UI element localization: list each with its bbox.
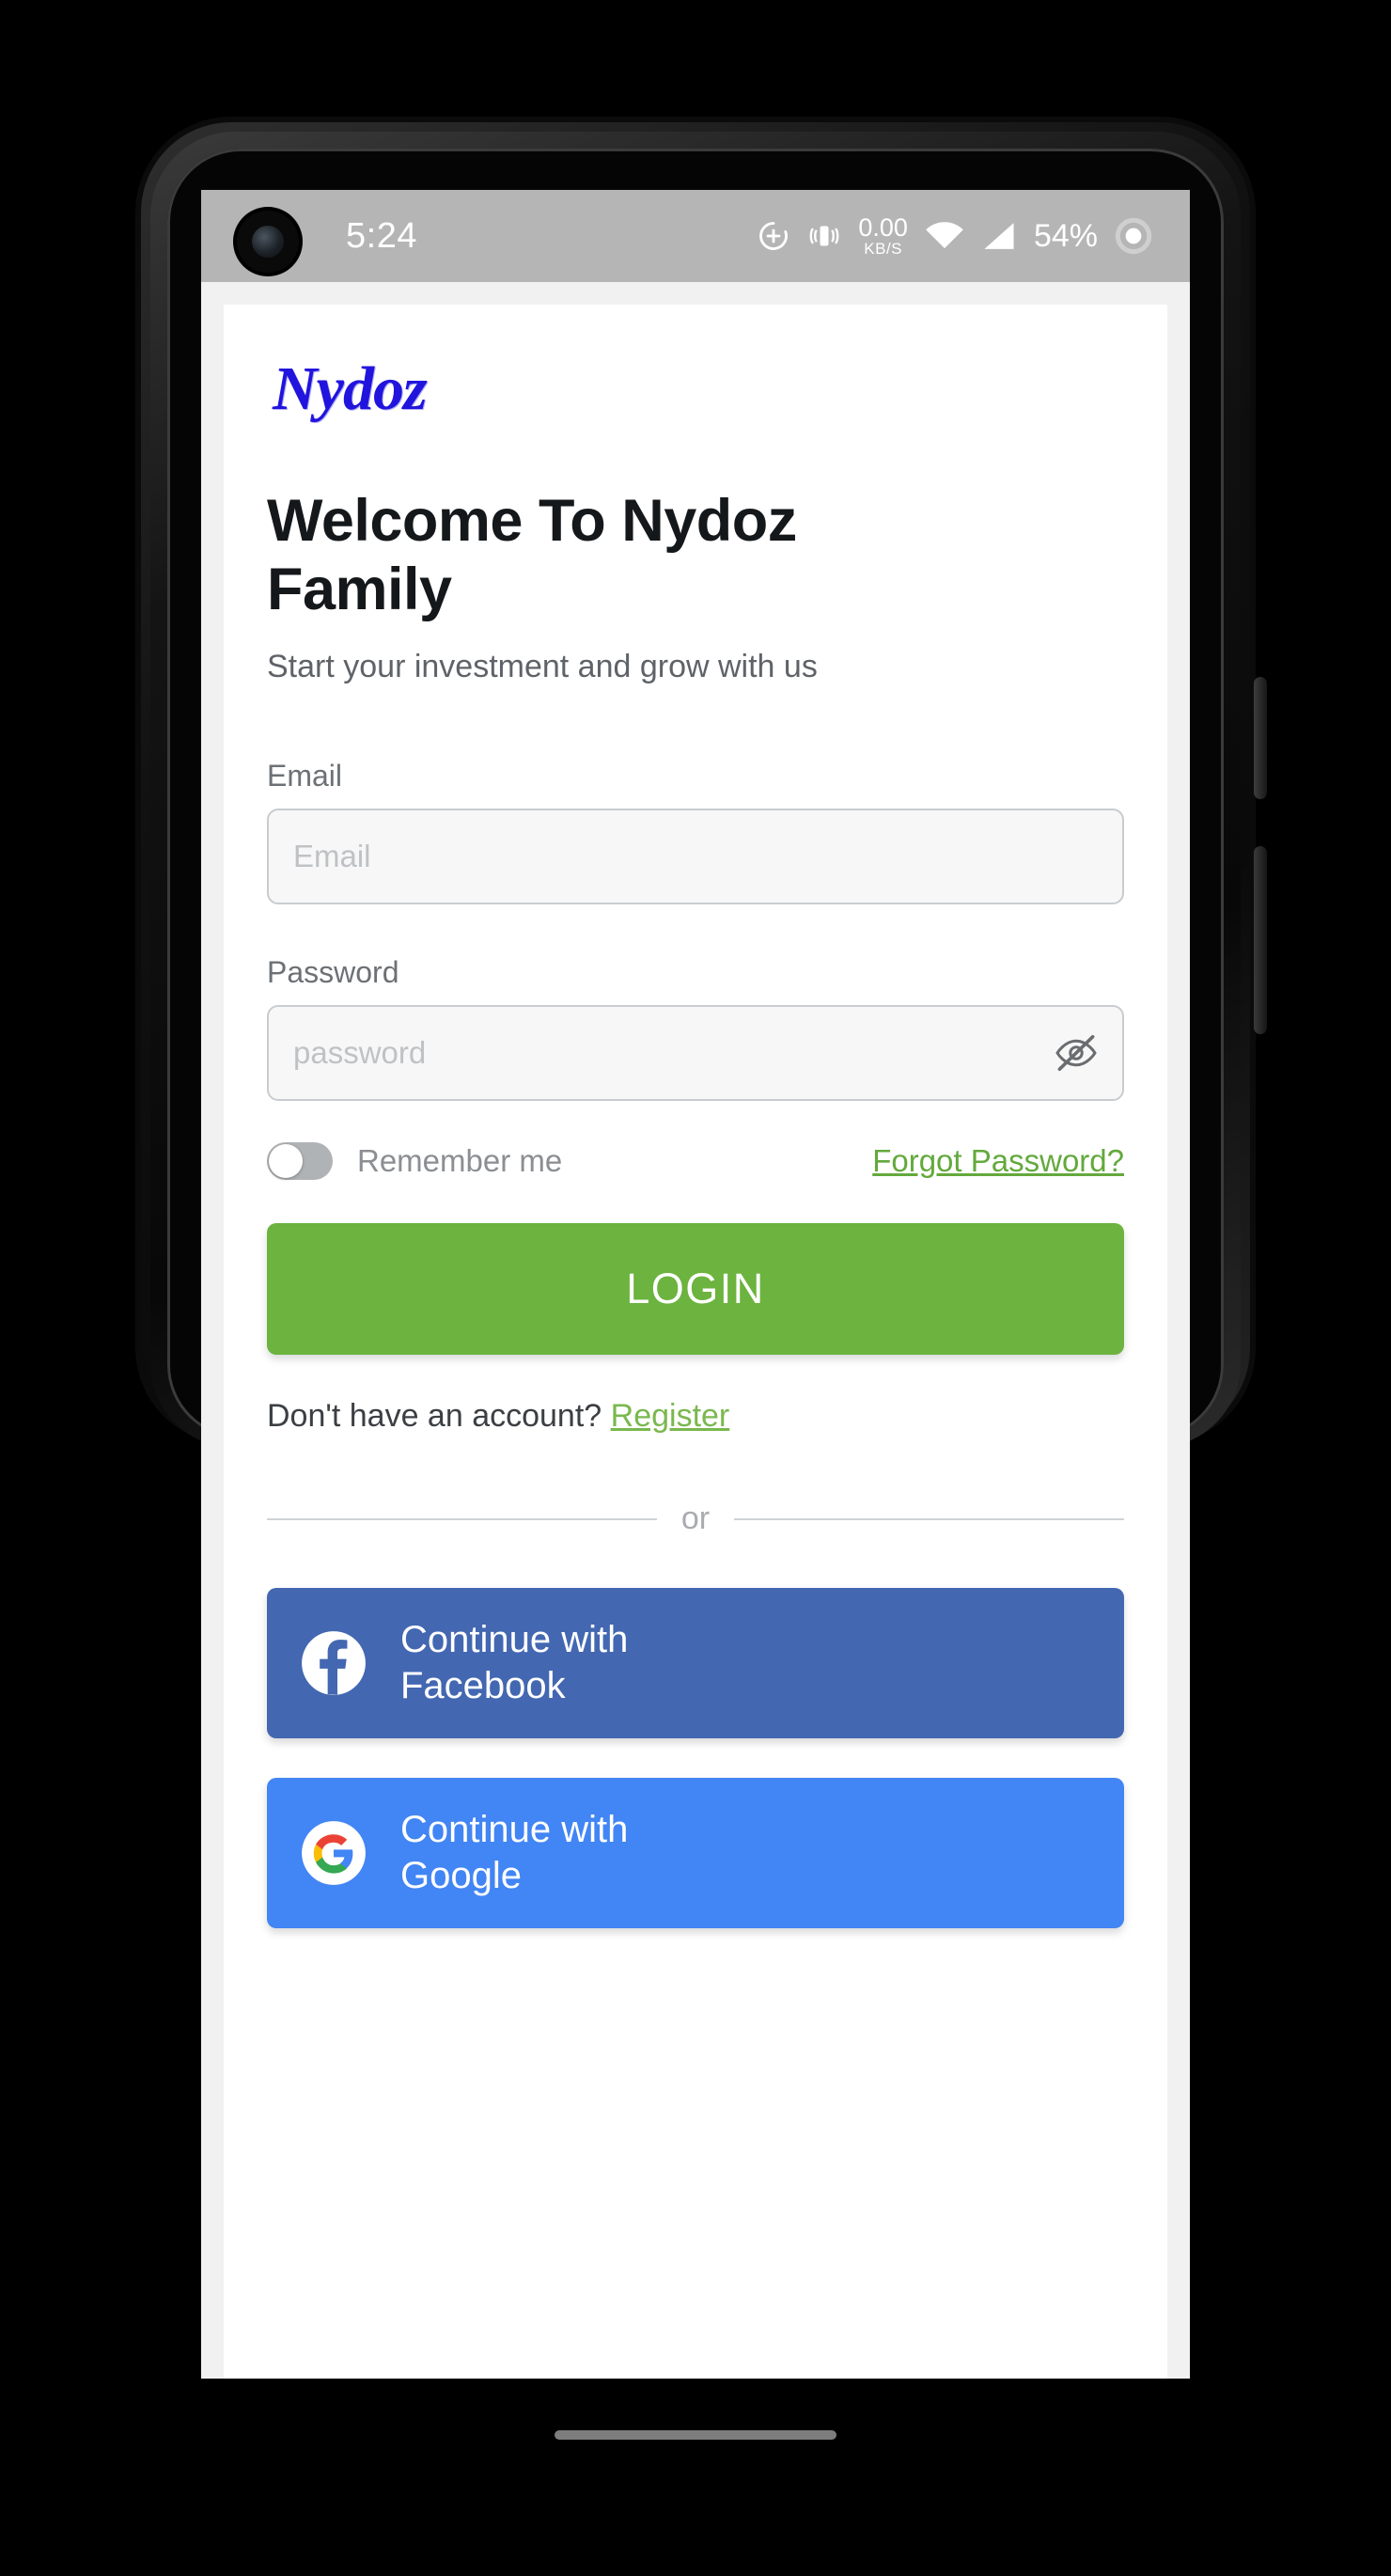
network-speed-indicator: 0.00 KB/S [858, 213, 908, 258]
power-button[interactable] [1254, 677, 1267, 799]
page-body: Nydoz Welcome To Nydoz Family Start your… [201, 282, 1190, 2379]
divider-line-left [267, 1517, 657, 1520]
wifi-icon [926, 222, 963, 249]
forgot-password-link[interactable]: Forgot Password? [872, 1143, 1124, 1179]
password-input-wrapper[interactable] [267, 1005, 1124, 1102]
google-button-label: Continue with Google [400, 1809, 629, 1897]
or-divider: or [267, 1500, 1125, 1537]
divider-label: or [680, 1500, 711, 1537]
login-card: Nydoz Welcome To Nydoz Family Start your… [224, 305, 1167, 2379]
gesture-navigation-bar [201, 2379, 1190, 2491]
password-label: Password [267, 955, 399, 990]
password-input[interactable] [293, 1035, 1098, 1072]
register-link[interactable]: Register [611, 1398, 730, 1434]
register-row: Don't have an account? Register [267, 1398, 1124, 1435]
email-input-wrapper[interactable] [267, 809, 1124, 905]
volume-button[interactable] [1254, 846, 1267, 1034]
divider-line-right [734, 1517, 1125, 1520]
facebook-icon [302, 1631, 366, 1696]
network-speed-unit: KB/S [864, 240, 903, 258]
status-icons-group: 0.00 KB/S 54% [757, 215, 1152, 257]
phone-screen: 5:24 0.00 KB/S 54% Nydoz Welcome To Nydo… [201, 190, 1190, 2379]
email-label: Email [267, 759, 343, 793]
vibrate-icon [810, 226, 839, 246]
remember-me-label: Remember me [357, 1143, 563, 1179]
page-title: Welcome To Nydoz Family [267, 488, 797, 623]
password-field-group: Password [267, 955, 1124, 1102]
status-time: 5:24 [346, 215, 417, 256]
password-visibility-toggle[interactable] [1051, 1028, 1102, 1078]
battery-percent-label: 54% [1033, 217, 1098, 254]
location-icon [759, 222, 789, 250]
register-prompt: Don't have an account? [267, 1398, 602, 1435]
home-gesture-pill[interactable] [555, 2430, 836, 2440]
camera-lens [252, 226, 284, 258]
continue-with-facebook-button[interactable]: Continue with Facebook [267, 1588, 1124, 1739]
screenshot-root: 5:24 0.00 KB/S 54% Nydoz Welcome To Nydo… [0, 0, 1391, 2576]
cellular-signal-icon [984, 223, 1014, 249]
login-button[interactable]: LOGIN [267, 1223, 1124, 1356]
email-input[interactable] [293, 839, 1098, 875]
brand-logo: Nydoz [273, 354, 428, 423]
front-camera-punch-hole [237, 211, 299, 273]
google-icon [302, 1821, 366, 1886]
network-speed-value: 0.00 [858, 213, 908, 242]
page-subtitle: Start your investment and grow with us [267, 649, 818, 685]
eye-off-icon [1055, 1035, 1097, 1072]
email-field-group: Email [267, 759, 1124, 905]
remember-me-toggle[interactable] [267, 1142, 333, 1181]
status-bar: 5:24 0.00 KB/S 54% [201, 190, 1190, 282]
facebook-button-label: Continue with Facebook [400, 1619, 629, 1707]
toggle-knob [269, 1144, 303, 1179]
remember-forgot-row: Remember me Forgot Password? [267, 1142, 1124, 1181]
battery-circle-icon [1115, 217, 1152, 255]
continue-with-google-button[interactable]: Continue with Google [267, 1778, 1124, 1929]
